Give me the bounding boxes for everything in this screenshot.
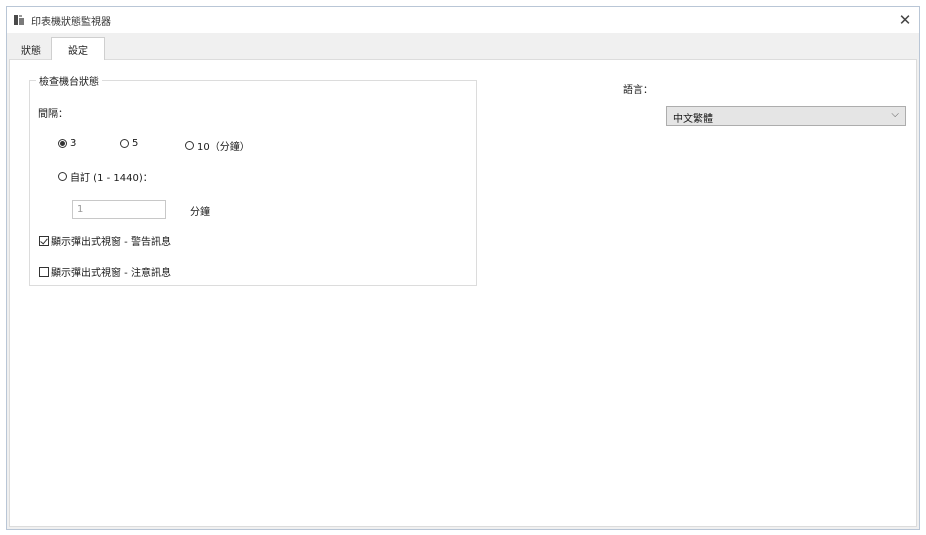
tab-strip: 狀態 設定 [7, 33, 919, 60]
language-select[interactable]: 中文繁體 ⌵ [666, 106, 906, 126]
popup-warning-checkbox[interactable]: 顯示彈出式視窗 - 警告訊息 [39, 233, 171, 248]
printer-status-monitor-window: 印表機狀態監視器 ✕ 狀態 設定 檢查機台狀態 間隔： 3 5 10（分鐘） 自… [6, 6, 920, 530]
tab-status[interactable]: 狀態 [11, 40, 51, 59]
radio-label: 5 [132, 138, 139, 149]
interval-radio-10[interactable]: 10（分鐘） [185, 138, 250, 153]
tab-settings[interactable]: 設定 [51, 37, 105, 60]
chevron-down-icon: ⌵ [891, 109, 899, 120]
close-button[interactable]: ✕ [891, 7, 919, 33]
interval-radio-3[interactable]: 3 [58, 138, 76, 149]
radio-label: 10（分鐘） [197, 142, 250, 153]
radio-unchecked-icon [120, 139, 129, 148]
radio-unchecked-icon [58, 172, 67, 181]
title-bar: 印表機狀態監視器 ✕ [7, 7, 919, 33]
custom-interval-input[interactable] [72, 200, 166, 219]
radio-unchecked-icon [185, 141, 194, 150]
close-icon: ✕ [898, 11, 912, 29]
minutes-label: 分鐘 [190, 207, 210, 218]
interval-label: 間隔： [38, 109, 68, 120]
checkbox-label: 顯示彈出式視窗 - 注意訊息 [51, 268, 171, 279]
radio-checked-icon [58, 139, 67, 148]
interval-radio-5[interactable]: 5 [120, 138, 138, 149]
settings-panel: 檢查機台狀態 間隔： 3 5 10（分鐘） 自訂 (1 - 1440)： 分鐘 [9, 59, 917, 527]
interval-radio-custom[interactable]: 自訂 (1 - 1440)： [58, 169, 153, 184]
checkbox-checked-icon [39, 235, 49, 246]
radio-label: 自訂 (1 - 1440)： [70, 173, 153, 184]
window-title: 印表機狀態監視器 [31, 17, 111, 28]
printer-app-icon [14, 15, 24, 25]
checkbox-unchecked-icon [39, 266, 49, 277]
group-title: 檢查機台狀態 [36, 73, 102, 88]
check-status-group: 檢查機台狀態 間隔： 3 5 10（分鐘） 自訂 (1 - 1440)： 分鐘 [29, 73, 477, 286]
language-selected-value: 中文繁體 [673, 114, 713, 125]
checkbox-label: 顯示彈出式視窗 - 警告訊息 [51, 237, 171, 248]
radio-label: 3 [70, 138, 77, 149]
language-label: 語言： [623, 85, 653, 96]
popup-attention-checkbox[interactable]: 顯示彈出式視窗 - 注意訊息 [39, 264, 171, 279]
